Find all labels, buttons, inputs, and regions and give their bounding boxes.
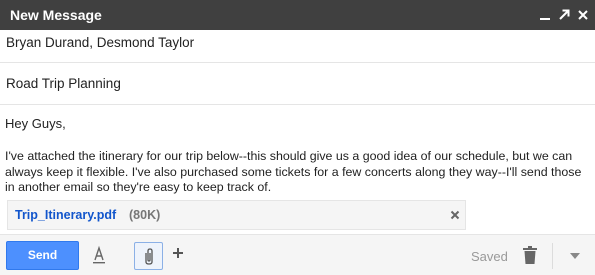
trash-icon[interactable] xyxy=(523,246,537,264)
chevron-down-icon[interactable] xyxy=(570,253,580,259)
subject-value: Road Trip Planning xyxy=(6,76,121,91)
window-title: New Message xyxy=(10,7,102,23)
saved-status: Saved xyxy=(471,249,508,264)
attach-file-button[interactable] xyxy=(134,242,163,270)
toolbar-divider xyxy=(552,243,553,269)
attachment-size: (80K) xyxy=(129,208,161,222)
send-button[interactable]: Send xyxy=(6,241,79,270)
compose-toolbar: Send Saved xyxy=(0,234,595,275)
text-format-icon[interactable] xyxy=(91,245,107,265)
pop-out-icon[interactable] xyxy=(556,7,572,23)
recipients-field[interactable]: Bryan Durand, Desmond Taylor xyxy=(0,30,595,63)
recipients-value: Bryan Durand, Desmond Taylor xyxy=(6,35,195,50)
paperclip-icon xyxy=(145,248,153,265)
window-controls xyxy=(537,0,595,30)
compose-titlebar[interactable]: New Message xyxy=(0,0,595,30)
attachment-name[interactable]: Trip_Itinerary.pdf xyxy=(15,208,116,222)
body-greeting: Hey Guys, xyxy=(5,116,66,131)
body-message: I've attached the itinerary for our trip… xyxy=(5,149,582,195)
subject-field[interactable]: Road Trip Planning xyxy=(0,63,595,105)
attachment-chip[interactable]: Trip_Itinerary.pdf (80K) xyxy=(7,200,466,230)
minimize-icon[interactable] xyxy=(537,7,553,23)
close-icon[interactable] xyxy=(575,7,591,23)
plus-icon[interactable] xyxy=(172,247,184,259)
close-icon[interactable] xyxy=(449,209,461,221)
